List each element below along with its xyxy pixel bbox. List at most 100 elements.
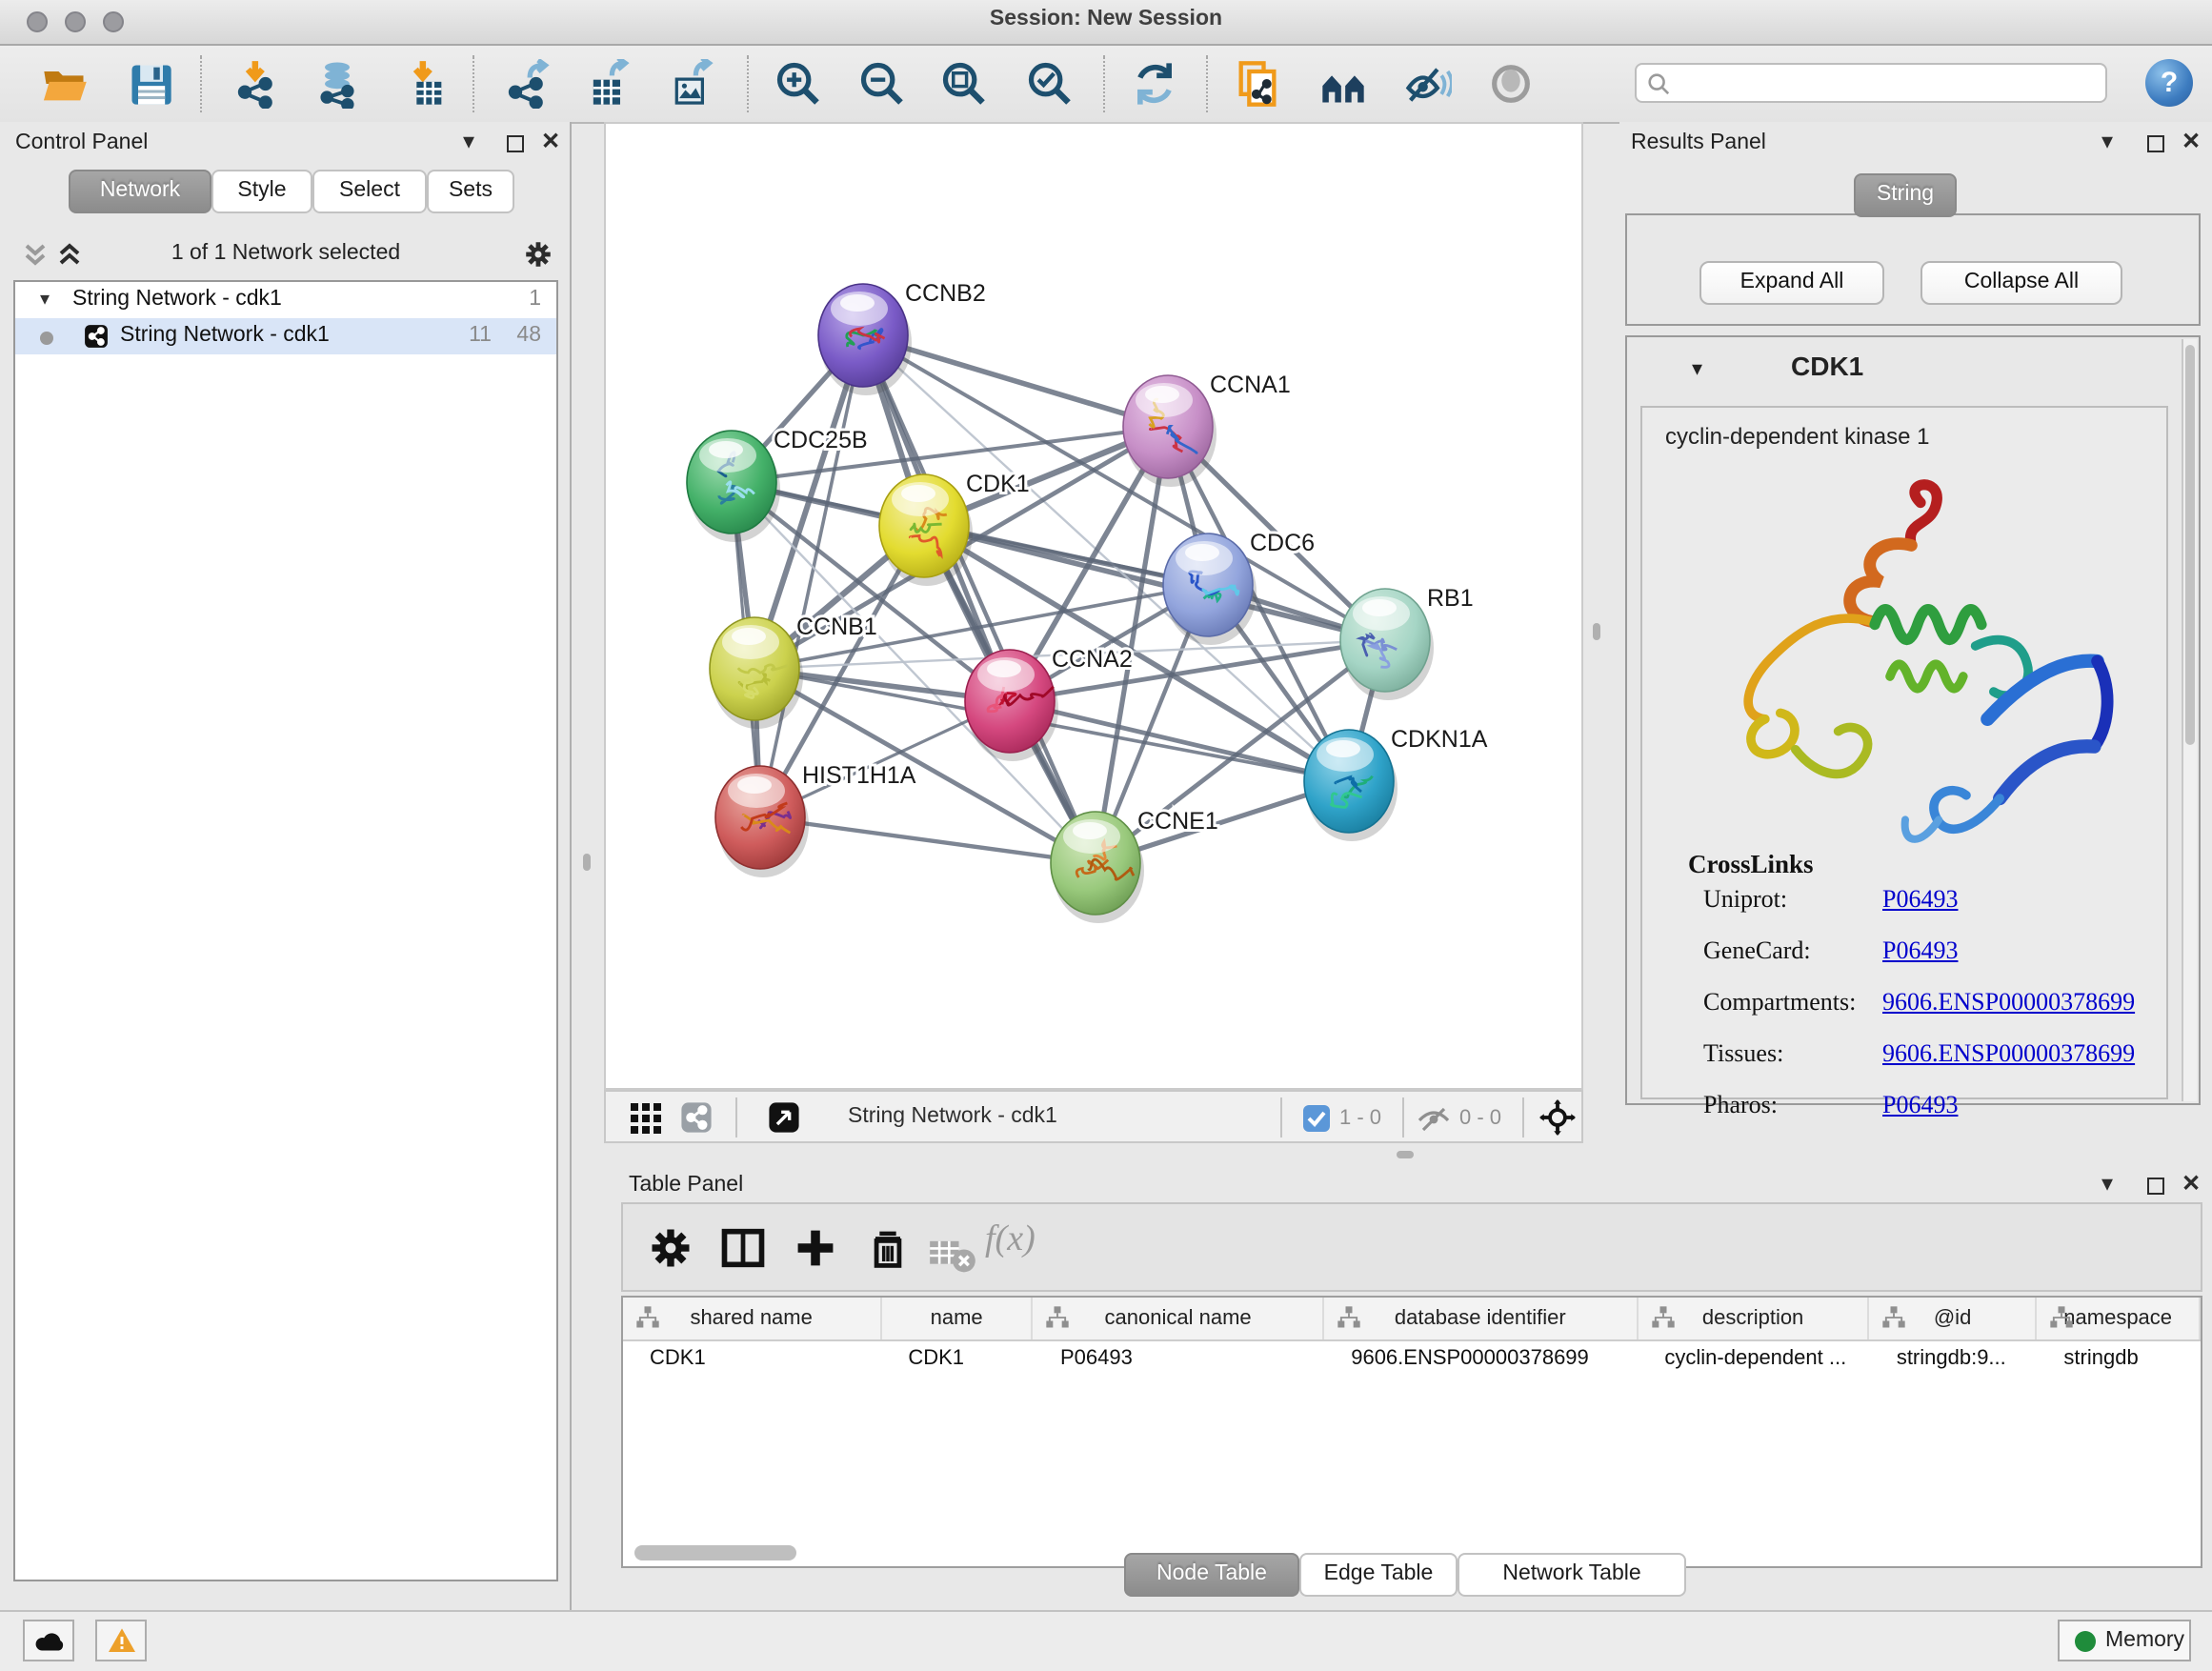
column-header-description[interactable]: description (1638, 1298, 1869, 1339)
tab-style[interactable]: Style (211, 170, 312, 213)
node-ccnb2[interactable] (818, 284, 912, 395)
clone-network-button[interactable] (1233, 59, 1282, 109)
float-panel-icon[interactable] (507, 131, 524, 158)
grid-view-icon[interactable] (631, 1103, 661, 1134)
node-ccnb1[interactable] (710, 617, 803, 729)
entry-collapse-icon[interactable]: ▾ (1692, 356, 1702, 381)
crosslink-link[interactable]: 9606.ENSP00000378699 (1882, 1038, 2135, 1069)
cell-shared-name[interactable]: CDK1 (623, 1339, 881, 1379)
collapse-all-button[interactable]: Collapse All (1920, 261, 2122, 305)
tab-edge-table[interactable]: Edge Table (1299, 1553, 1458, 1597)
column-header-namespace[interactable]: namespace (2037, 1298, 2201, 1339)
tab-sets[interactable]: Sets (427, 170, 514, 213)
hide-selected-button[interactable] (1402, 59, 1452, 109)
column-header-shared-name[interactable]: shared name (623, 1298, 881, 1339)
save-session-button[interactable] (126, 59, 175, 109)
node-cdk1[interactable] (879, 474, 973, 586)
node-cdc25b[interactable] (687, 431, 780, 542)
cell-database-identifier[interactable]: 9606.ENSP00000378699 (1324, 1339, 1638, 1379)
apply-layout-button[interactable] (1130, 59, 1179, 109)
cell--id[interactable]: stringdb:9... (1870, 1339, 2038, 1379)
export-network-button[interactable] (503, 59, 553, 109)
node-label-ccnb2: CCNB2 (905, 280, 986, 307)
float-panel-icon[interactable] (2147, 1174, 2164, 1200)
network-row[interactable]: String Network - cdk1 11 48 (15, 318, 556, 354)
table-options-gear-icon[interactable] (646, 1223, 695, 1273)
hidden-eye-icon[interactable] (1418, 1107, 1450, 1132)
export-table-button[interactable] (583, 59, 633, 109)
collapse-panel-icon[interactable]: ▾ (2101, 1170, 2113, 1197)
column-header-name[interactable]: name (881, 1298, 1034, 1339)
horizontal-splitter-handle[interactable] (1397, 1151, 1414, 1158)
node-ccna2[interactable] (965, 650, 1058, 761)
network-collection-row[interactable]: ▾ String Network - cdk1 1 (15, 282, 556, 318)
cell-description[interactable]: cyclin-dependent ... (1638, 1339, 1869, 1379)
float-panel-icon[interactable] (2147, 131, 2164, 158)
cell-name[interactable]: CDK1 (881, 1339, 1034, 1379)
cloud-button[interactable] (23, 1620, 74, 1661)
tab-select[interactable]: Select (312, 170, 427, 213)
column-header--id[interactable]: @id (1870, 1298, 2038, 1339)
show-columns-icon[interactable] (718, 1223, 768, 1273)
crosslink-label: Compartments: (1703, 987, 1856, 1017)
close-panel-icon[interactable]: ✕ (2182, 128, 2201, 154)
column-header-canonical-name[interactable]: canonical name (1034, 1298, 1324, 1339)
node-ccne1[interactable] (1051, 812, 1144, 923)
cell-namespace[interactable]: stringdb (2037, 1339, 2201, 1379)
tree-expand-icon[interactable]: ▾ (40, 282, 50, 318)
node-cdkn1a[interactable] (1304, 730, 1398, 841)
column-header-database-identifier[interactable]: database identifier (1324, 1298, 1638, 1339)
table-row[interactable]: CDK1CDK1P064939606.ENSP00000378699cyclin… (623, 1339, 2201, 1379)
node-ccna1[interactable] (1123, 375, 1217, 487)
delete-column-icon[interactable] (863, 1223, 913, 1273)
open-session-button[interactable] (40, 59, 90, 109)
birds-eye-view-icon[interactable] (768, 1101, 800, 1134)
right-splitter-handle[interactable] (1593, 623, 1600, 640)
left-splitter-handle[interactable] (583, 854, 591, 871)
crosslink-link[interactable]: P06493 (1882, 936, 1958, 966)
crosslink-link[interactable]: P06493 (1882, 1090, 1958, 1120)
add-column-icon[interactable] (791, 1223, 840, 1273)
zoom-selected-button[interactable] (1025, 59, 1075, 109)
status-bar: Memory (0, 1610, 2212, 1671)
collapse-panel-icon[interactable]: ▾ (2101, 128, 2113, 154)
tab-node-table[interactable]: Node Table (1124, 1553, 1299, 1597)
node-hist1h1a[interactable] (715, 766, 809, 877)
network-options-gear-icon[interactable] (522, 238, 554, 271)
export-image-button[interactable] (667, 59, 716, 109)
selected-checkbox-icon[interactable] (1303, 1105, 1330, 1132)
expand-all-button[interactable]: Expand All (1699, 261, 1884, 305)
results-scrollbar-thumb[interactable] (2185, 345, 2195, 745)
node-cdc6[interactable] (1163, 534, 1257, 645)
results-scrollbar[interactable] (2182, 339, 2197, 1101)
close-panel-icon[interactable]: ✕ (2182, 1170, 2201, 1197)
network-view-icon[interactable] (680, 1101, 713, 1134)
help-button[interactable]: ? (2145, 59, 2193, 107)
show-hidden-button[interactable] (1486, 59, 1536, 109)
zoom-fit-button[interactable] (939, 59, 989, 109)
network-canvas[interactable]: CCNB2CCNA1CDC25BCDK1CDC6RB1CCNB1CCNA2CDK… (604, 122, 1583, 1090)
import-network-database-button[interactable] (312, 59, 362, 109)
close-panel-icon[interactable]: ✕ (541, 128, 560, 154)
memory-button[interactable]: Memory (2058, 1620, 2191, 1661)
warning-button[interactable] (95, 1620, 147, 1661)
tab-network[interactable]: Network (69, 170, 211, 213)
zoom-out-button[interactable] (857, 59, 907, 109)
crosslink-link[interactable]: P06493 (1882, 884, 1958, 915)
crosshair-icon[interactable] (1539, 1099, 1576, 1136)
first-neighbors-button[interactable] (1318, 59, 1368, 109)
node-rb1[interactable] (1340, 589, 1434, 700)
search-input[interactable] (1679, 67, 2101, 103)
node-table[interactable]: shared namenamecanonical namedatabase id… (621, 1296, 2202, 1568)
import-table-file-button[interactable] (400, 59, 450, 109)
cell-canonical-name[interactable]: P06493 (1034, 1339, 1324, 1379)
edge-hist1h1a-ccne1[interactable] (760, 817, 1096, 863)
collapse-panel-icon[interactable]: ▾ (463, 128, 474, 154)
edge-ccnb2-hist1h1a[interactable] (760, 335, 863, 817)
import-network-file-button[interactable] (232, 59, 282, 109)
zoom-in-button[interactable] (774, 59, 823, 109)
crosslink-link[interactable]: 9606.ENSP00000378699 (1882, 987, 2135, 1017)
table-horizontal-scrollbar[interactable] (634, 1545, 796, 1560)
tab-network-table[interactable]: Network Table (1458, 1553, 1686, 1597)
tab-string[interactable]: String (1854, 173, 1957, 217)
